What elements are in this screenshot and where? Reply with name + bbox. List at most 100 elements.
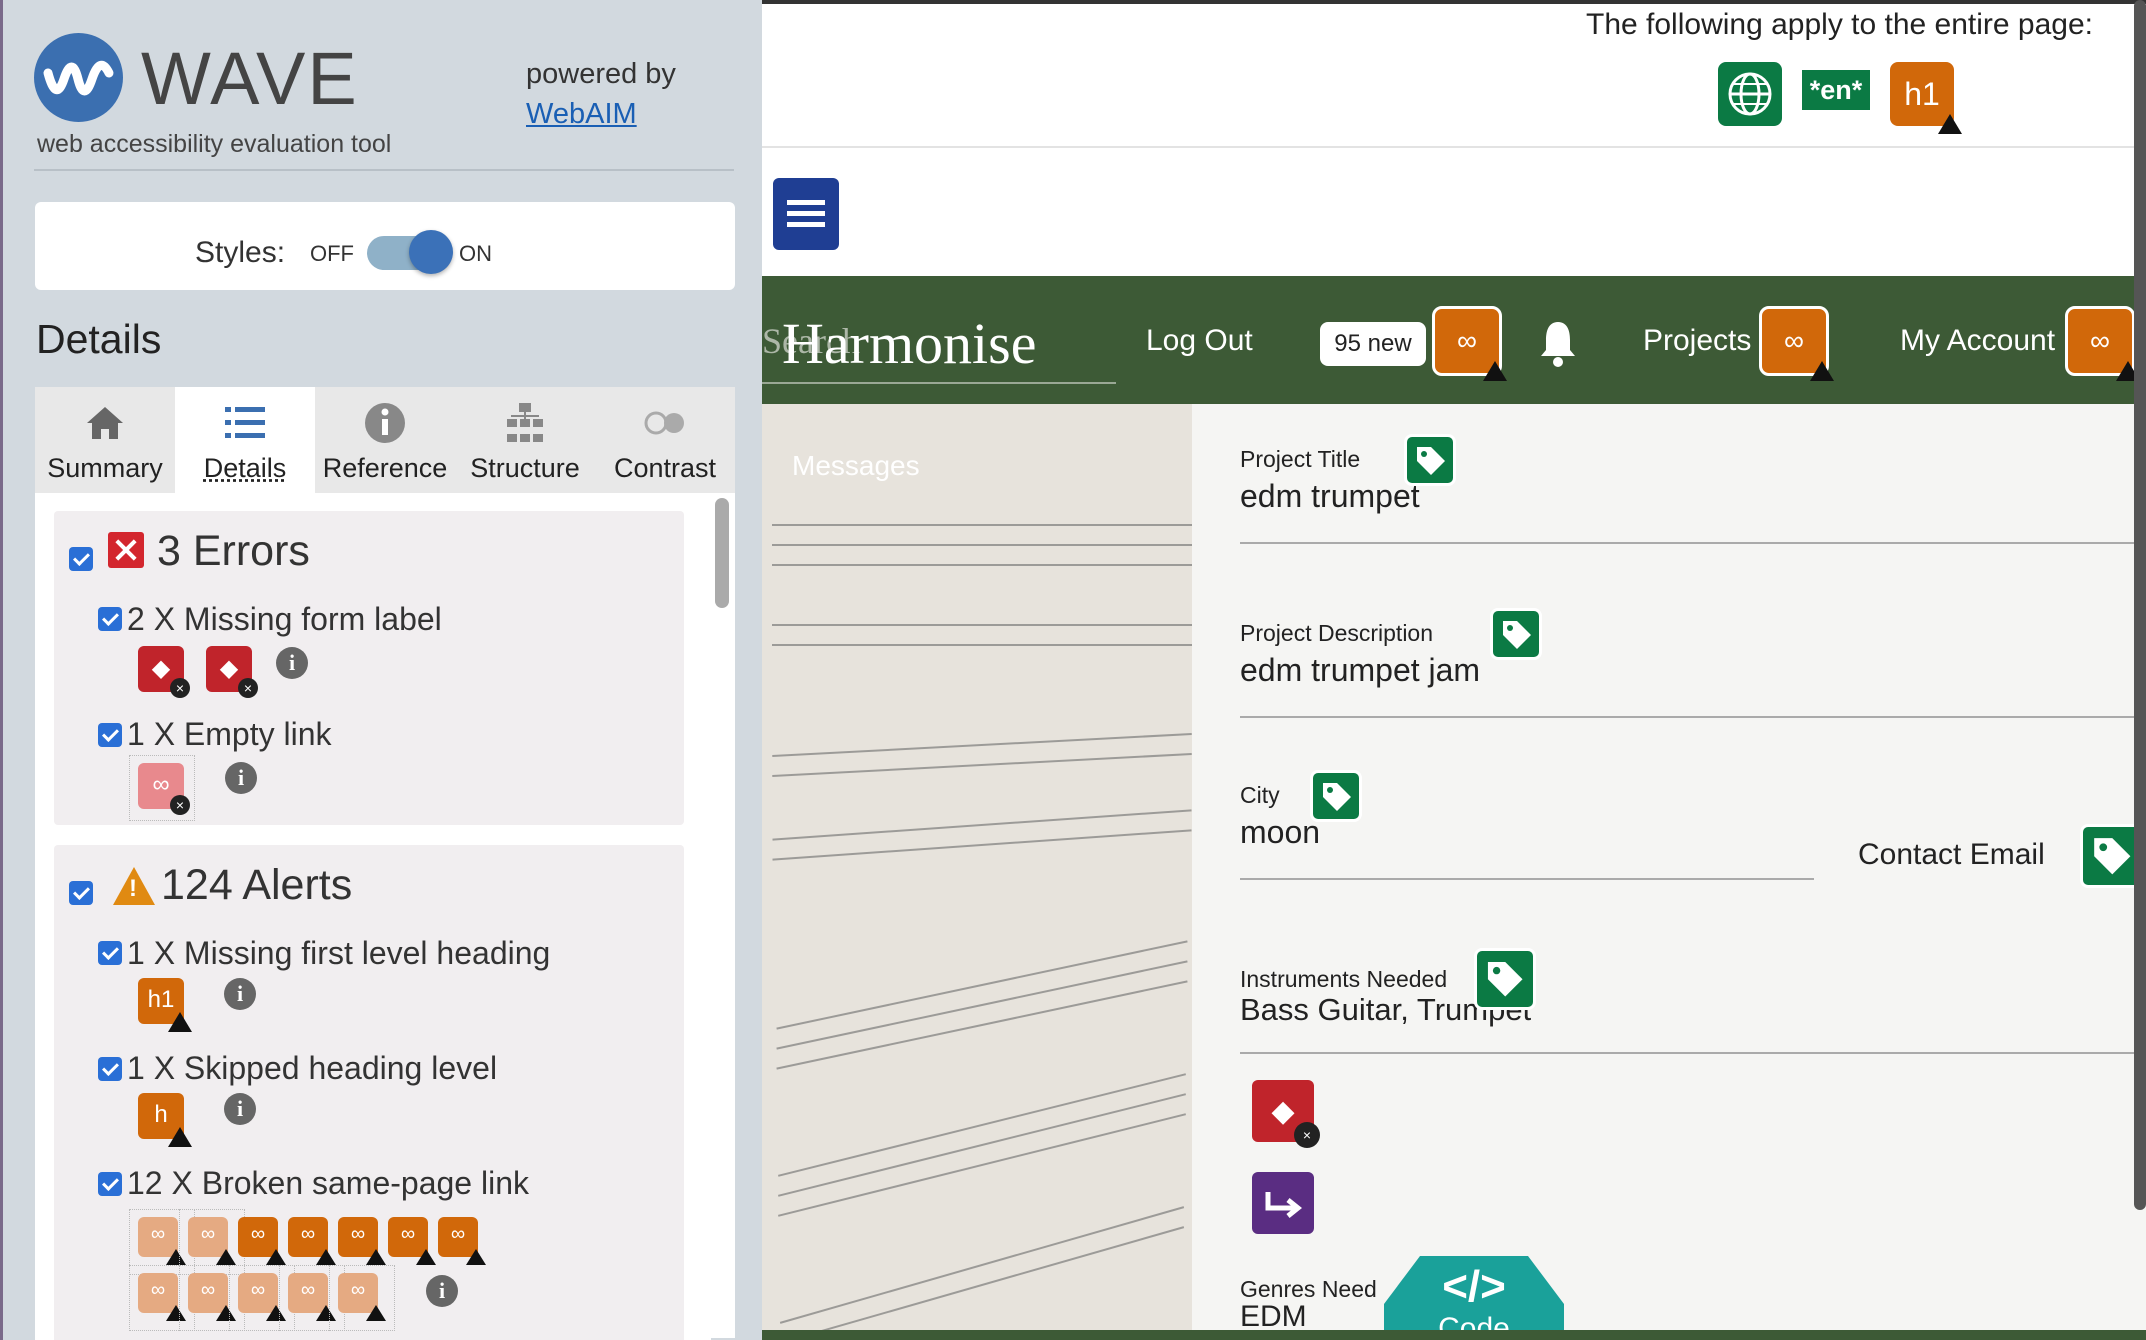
- tab-contrast[interactable]: Contrast: [595, 387, 735, 493]
- project-title-value[interactable]: edm trumpet: [1240, 478, 1420, 515]
- broken-link-icon[interactable]: ∞: [138, 1217, 186, 1265]
- details-content: 3 Errors 2 X Missing form label ◆ × ◆ × i …: [35, 493, 711, 1340]
- missing-label-icon[interactable]: ◆ ×: [138, 646, 190, 698]
- h1-page-icon[interactable]: h1: [1890, 62, 1962, 134]
- projects-link[interactable]: Projects: [1643, 324, 1751, 358]
- panel-scrollbar-thumb[interactable]: [715, 498, 729, 608]
- link-icon: ∞: [250, 1223, 266, 1245]
- tab-label: Details: [203, 453, 287, 483]
- errors-checkbox[interactable]: [69, 547, 93, 571]
- panel-scrollbar[interactable]: [711, 493, 735, 1338]
- styles-toggle-panel: Styles: OFF ON: [35, 202, 735, 290]
- missing-h1-checkbox[interactable]: [98, 941, 122, 965]
- city-value[interactable]: moon: [1240, 814, 1320, 851]
- code-toggle-button[interactable]: </> Code: [1384, 1256, 1564, 1340]
- top-border: [762, 0, 2146, 4]
- info-icon[interactable]: i: [426, 1275, 458, 1307]
- tab-reference[interactable]: Reference: [315, 387, 455, 493]
- broken-link-icon[interactable]: ∞: [338, 1273, 386, 1321]
- link-icon: ∞: [350, 1223, 366, 1245]
- info-icon[interactable]: i: [276, 647, 308, 679]
- link-icon: ∞: [450, 1223, 466, 1245]
- link-icon: ∞: [1457, 325, 1477, 356]
- missing-h1-icon[interactable]: h1: [138, 978, 192, 1032]
- broken-link-icon[interactable]: ∞: [338, 1217, 386, 1265]
- evaluated-page: The following apply to the entire page: …: [762, 0, 2146, 1340]
- empty-link-checkbox[interactable]: [98, 723, 122, 747]
- tab-structure[interactable]: Structure: [455, 387, 595, 493]
- alerts-checkbox[interactable]: [69, 881, 93, 905]
- broken-link-alert-icon[interactable]: ∞: [1432, 306, 1507, 381]
- details-heading: Details: [36, 316, 162, 362]
- city-label: City: [1240, 782, 1280, 808]
- missing-label-error-icon[interactable]: ◆ ×: [1252, 1080, 1320, 1148]
- my-account-link[interactable]: My Account: [1900, 324, 2055, 358]
- missing-label-checkbox[interactable]: [98, 607, 122, 631]
- styles-label: Styles:: [195, 236, 286, 269]
- broken-link-icon[interactable]: ∞: [188, 1273, 236, 1321]
- broken-link-icon[interactable]: ∞: [188, 1217, 236, 1265]
- styles-on-label: ON: [459, 241, 492, 266]
- logout-link[interactable]: Log Out: [1146, 324, 1253, 358]
- alerts-title: 124 Alerts: [161, 861, 353, 909]
- project-description-value[interactable]: edm trumpet jam: [1240, 652, 1480, 689]
- project-title-label: Project Title: [1240, 446, 1361, 472]
- bell-icon[interactable]: [1538, 318, 1578, 368]
- link-icon: ∞: [250, 1279, 266, 1301]
- skipped-heading-icon[interactable]: h: [138, 1093, 192, 1147]
- field-underline: [1240, 878, 1814, 880]
- contrast-icon: [644, 411, 684, 435]
- link-icon: ∞: [300, 1223, 316, 1245]
- wave-logo-text: WAVE: [141, 37, 359, 120]
- broken-link-icon[interactable]: ∞: [138, 1273, 186, 1321]
- language-badge[interactable]: *en*: [1802, 70, 1870, 110]
- info-icon[interactable]: i: [225, 762, 257, 794]
- wave-tabs: Summary Details Reference Structure Cont…: [35, 387, 735, 493]
- link-icon: ∞: [150, 1223, 166, 1245]
- wave-logo-icon: [34, 33, 123, 122]
- info-icon[interactable]: i: [224, 1093, 256, 1125]
- broken-link-alert-icon[interactable]: ∞: [1759, 306, 1834, 381]
- webaim-link[interactable]: WebAIM: [526, 98, 637, 131]
- page-scrollbar[interactable]: [2134, 0, 2146, 1210]
- info-icon: [365, 403, 405, 443]
- missing-h1-text: 1 X Missing first level heading: [127, 935, 551, 971]
- empty-link-text: 1 X Empty link: [127, 716, 332, 752]
- link-icon: ∞: [300, 1279, 316, 1301]
- styles-toggle-knob[interactable]: [409, 230, 453, 274]
- document-icon[interactable]: [773, 178, 839, 250]
- broken-link-icon[interactable]: ∞: [288, 1217, 336, 1265]
- broken-link-alert-icon[interactable]: ∞: [2065, 306, 2140, 381]
- link-icon: ∞: [1784, 325, 1804, 356]
- missing-label-icon[interactable]: ◆ ×: [206, 646, 258, 698]
- wave-sidebar: WAVE web accessibility evaluation tool p…: [0, 0, 762, 1340]
- skipped-heading-checkbox[interactable]: [98, 1057, 122, 1081]
- project-form: Project Title edm trumpet Project Descri…: [1192, 404, 2146, 1340]
- broken-link-checkbox[interactable]: [98, 1172, 122, 1196]
- missing-label-text: 2 X Missing form label: [127, 601, 442, 637]
- redirect-icon[interactable]: [1252, 1172, 1314, 1234]
- broken-link-icon[interactable]: ∞: [388, 1217, 436, 1265]
- alert-mark: !: [129, 875, 137, 902]
- genres-value[interactable]: EDM: [1240, 1300, 1307, 1334]
- tab-summary[interactable]: Summary: [35, 387, 175, 493]
- field-underline: [1240, 1052, 2146, 1054]
- form-label-tag-icon[interactable]: [1490, 608, 1542, 660]
- empty-link-icon[interactable]: ∞ ×: [138, 763, 190, 815]
- form-label-tag-icon[interactable]: [1474, 948, 1536, 1010]
- link-icon: ∞: [2090, 325, 2110, 356]
- tab-details[interactable]: Details: [175, 387, 315, 493]
- site-brand[interactable]: Harmonise: [782, 310, 1037, 377]
- broken-link-icon[interactable]: ∞: [288, 1273, 336, 1321]
- broken-link-icon[interactable]: ∞: [438, 1217, 486, 1265]
- notification-count-pill[interactable]: 95 new: [1320, 322, 1426, 366]
- search-underline: [762, 382, 1116, 384]
- language-globe-icon[interactable]: [1718, 62, 1782, 126]
- errors-title: 3 Errors: [157, 527, 310, 575]
- broken-link-icon[interactable]: ∞: [238, 1217, 286, 1265]
- info-icon[interactable]: i: [224, 978, 256, 1010]
- link-icon: ∞: [150, 1279, 166, 1301]
- powered-by-text: powered by: [526, 58, 676, 90]
- messages-link[interactable]: Messages: [792, 450, 920, 482]
- broken-link-icon[interactable]: ∞: [238, 1273, 286, 1321]
